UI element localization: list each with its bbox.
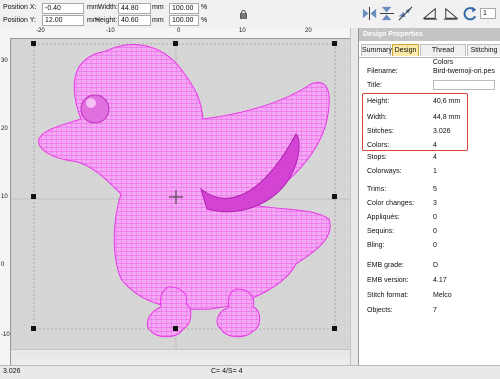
ruler-tick: 10 (239, 28, 246, 34)
property-value: 0 (433, 242, 437, 249)
property-label: Stops: (367, 154, 387, 161)
position-x-input[interactable]: -0.40 (42, 3, 84, 14)
ruler-tick: 20 (305, 28, 312, 34)
rotate-icon[interactable] (462, 5, 479, 22)
mirror-diagonal-icon[interactable] (397, 5, 414, 22)
status-bar: 3.026 C= 4/S= 4 (0, 365, 500, 379)
ruler-tick: 10 (1, 194, 8, 200)
height-label: Height: (95, 17, 118, 24)
panel-tabs: Summary Design Thread Colors Stitching (359, 43, 500, 66)
property-value: D (433, 262, 439, 269)
tab-design[interactable]: Design (392, 44, 419, 56)
height-percent-input[interactable]: 100.00 (169, 15, 199, 26)
position-size-bar: Position X: -0.40 mm Width: 44.80 mm 100… (0, 0, 358, 29)
property-label: Trims: (367, 186, 387, 193)
status-stitch-count: 3.026 (3, 368, 21, 375)
property-label: Width: (367, 114, 387, 121)
ruler-tick: 30 (1, 58, 8, 64)
property-label: EMB version: (367, 277, 409, 284)
width-input[interactable]: 44.80 (118, 3, 151, 14)
embroidery-design[interactable] (11, 39, 350, 349)
mirror-vertical-icon[interactable] (379, 5, 396, 22)
property-value: 40,6 mm (433, 98, 461, 105)
width-percent-input[interactable]: 100.00 (169, 3, 199, 14)
position-x-unit: mm (87, 4, 99, 11)
height-percent-unit: % (201, 17, 208, 24)
panel-title: Design Properties (359, 28, 500, 41)
mirror-horizontal-icon[interactable] (361, 5, 378, 22)
property-label: EMB grade: (367, 262, 404, 269)
property-value: 0 (433, 214, 437, 221)
property-label: Bling: (367, 242, 385, 249)
width-percent-unit: % (201, 4, 208, 11)
property-label: Stitch format: (367, 292, 409, 299)
tab-stitching[interactable]: Stitching (467, 44, 500, 56)
ruler-tick: -10 (1, 332, 10, 338)
ruler-tick: 0 (177, 28, 181, 34)
ruler-tick: -10 (106, 28, 115, 34)
property-value: 5 (433, 186, 437, 193)
horizontal-scrollbar[interactable] (11, 349, 350, 358)
property-value: Melco (433, 292, 452, 299)
tab-summary[interactable]: Summary (361, 44, 392, 56)
bird-eye (80, 94, 110, 124)
title-input[interactable] (433, 80, 495, 90)
property-label: Height: (367, 98, 390, 105)
property-label: Title: (367, 82, 382, 89)
tab-thread-colors[interactable]: Thread Colors (420, 44, 466, 66)
property-label: Stitches: (367, 128, 394, 135)
property-label: Colorways: (367, 168, 402, 175)
property-label: Colors: (367, 142, 390, 149)
height-unit: mm (152, 17, 164, 24)
property-value: 4.17 (433, 277, 447, 284)
property-value: 4 (433, 142, 437, 149)
lock-aspect-icon[interactable] (239, 10, 248, 19)
property-value: 44,8 mm (433, 114, 461, 121)
property-label: Objects: (367, 307, 393, 314)
property-label: Color changes: (367, 200, 415, 207)
property-label: Sequins: (367, 228, 395, 235)
ruler-tick: 0 (1, 262, 5, 268)
property-value: 1 (433, 168, 437, 175)
design-properties-panel: Design Properties Summary Design Thread … (358, 28, 500, 365)
property-label: Appliqués: (367, 214, 400, 221)
property-value: 0 (433, 228, 437, 235)
position-y-input[interactable]: 12.00 (42, 15, 84, 26)
transform-toolbar: 1 (358, 0, 500, 29)
height-input[interactable]: 40.60 (118, 15, 151, 26)
position-x-label: Position X: (3, 4, 37, 11)
horizontal-ruler: -20 -10 0 10 20 (10, 28, 350, 39)
width-label: Width: (98, 4, 118, 11)
design-canvas[interactable] (11, 39, 350, 349)
status-color-info: C= 4/S= 4 (211, 368, 243, 375)
align-right-icon[interactable] (442, 5, 459, 22)
property-value: 3.026 (433, 128, 451, 135)
ruler-tick: -20 (36, 28, 45, 34)
vertical-ruler: 30 20 10 0 -10 (0, 38, 11, 368)
position-y-label: Position Y: (3, 17, 36, 24)
property-value: Bird-twemoji-ori.pes (433, 68, 495, 75)
property-value: 3 (433, 200, 437, 207)
property-value: 7 (433, 307, 437, 314)
width-unit: mm (152, 4, 164, 11)
bird-eye-highlight (86, 98, 96, 108)
align-left-icon[interactable] (422, 5, 439, 22)
property-label: Filename: (367, 68, 398, 75)
property-value: 4 (433, 154, 437, 161)
ruler-tick: 20 (1, 126, 8, 132)
rotate-input[interactable]: 1 (480, 8, 496, 19)
